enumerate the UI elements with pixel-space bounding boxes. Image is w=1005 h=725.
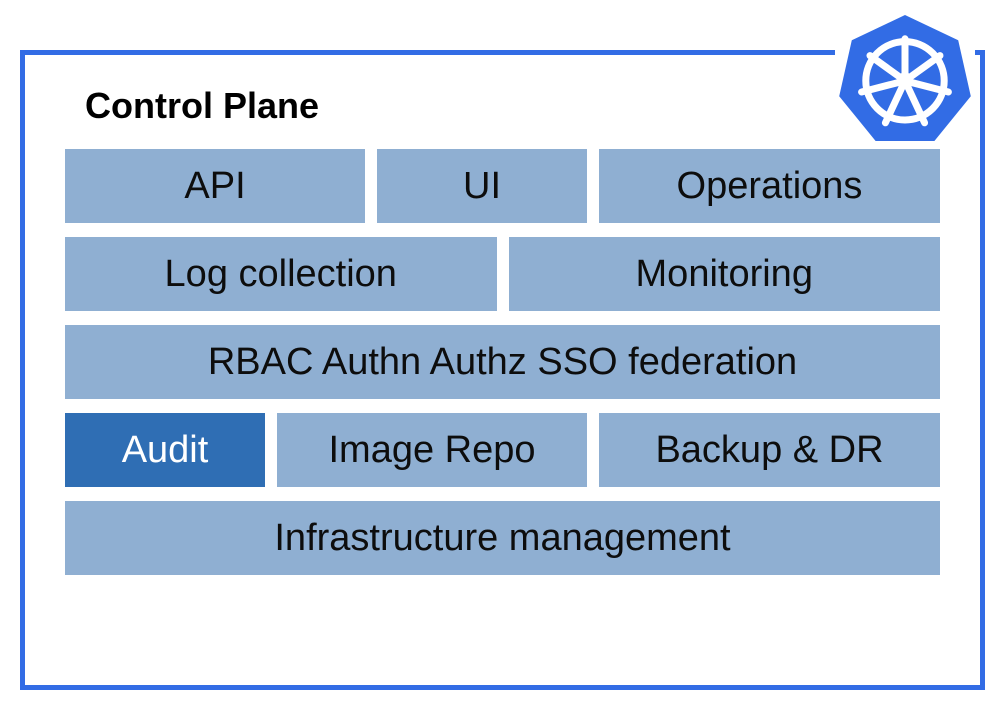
block-ui: UI [377, 149, 587, 223]
row-4: Audit Image Repo Backup & DR [65, 413, 940, 487]
block-rbac-sso: RBAC Authn Authz SSO federation [65, 325, 940, 399]
block-infra-mgmt: Infrastructure management [65, 501, 940, 575]
block-monitoring: Monitoring [509, 237, 941, 311]
block-operations: Operations [599, 149, 940, 223]
kubernetes-logo-icon [835, 8, 975, 148]
block-audit: Audit [65, 413, 265, 487]
block-image-repo: Image Repo [277, 413, 587, 487]
row-5: Infrastructure management [65, 501, 940, 575]
diagram-title: Control Plane [85, 85, 940, 127]
block-log-collection: Log collection [65, 237, 497, 311]
row-2: Log collection Monitoring [65, 237, 940, 311]
row-3: RBAC Authn Authz SSO federation [65, 325, 940, 399]
block-backup-dr: Backup & DR [599, 413, 940, 487]
block-api: API [65, 149, 365, 223]
row-1: API UI Operations [65, 149, 940, 223]
